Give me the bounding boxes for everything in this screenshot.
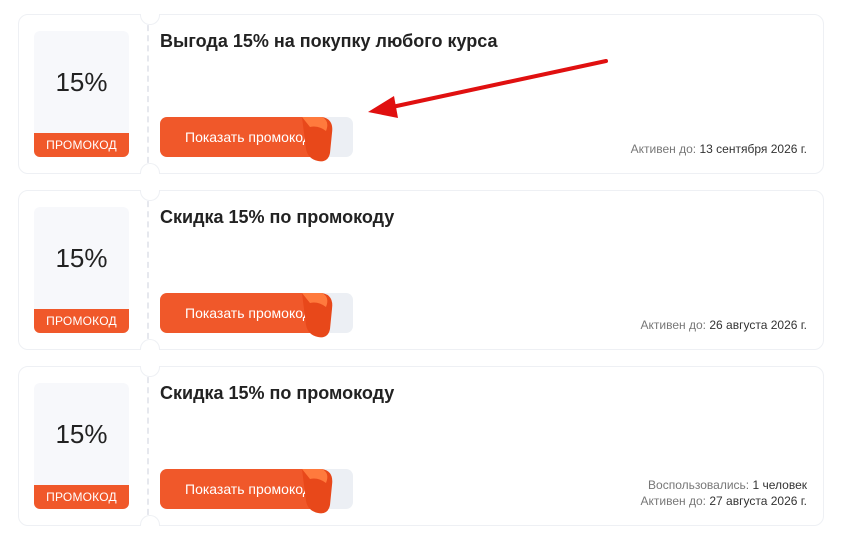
- discount-box: 15% ПРОМОКОД: [34, 207, 129, 333]
- show-promocode-button-face[interactable]: Показать промокод: [160, 469, 312, 509]
- used-count-value: 1 человек: [752, 478, 807, 492]
- show-promocode-button-label: Показать промокод: [185, 129, 311, 145]
- ticket-notch: [140, 515, 160, 526]
- show-promocode-button-label: Показать промокод: [185, 305, 311, 321]
- coupon-left-panel: 15% ПРОМОКОД: [19, 191, 149, 349]
- peel-corner-icon: [302, 293, 333, 338]
- coupon-card: 15% ПРОМОКОД Скидка 15% по промокоду Пок…: [18, 190, 824, 350]
- ticket-notch: [140, 163, 160, 174]
- promo-tag: ПРОМОКОД: [34, 309, 129, 333]
- active-until: Активен до: 27 августа 2026 г.: [641, 493, 807, 509]
- coupon-list-page: 15% ПРОМОКОД Выгода 15% на покупку любог…: [0, 0, 851, 540]
- promo-tag: ПРОМОКОД: [34, 133, 129, 157]
- coupon-meta: Воспользовались: 1 человек Активен до: 2…: [641, 477, 807, 509]
- active-until-value: 13 сентября 2026 г.: [699, 142, 808, 156]
- show-promocode-button-face[interactable]: Показать промокод: [160, 117, 312, 157]
- ticket-notch: [140, 339, 160, 350]
- show-promocode-button-label: Показать промокод: [185, 481, 311, 497]
- active-until: Активен до: 13 сентября 2026 г.: [631, 141, 807, 157]
- active-until-label: Активен до:: [630, 142, 697, 156]
- show-promocode-button[interactable]: Показать промокод: [160, 469, 353, 514]
- coupon-title: Скидка 15% по промокоду: [160, 383, 395, 403]
- active-until-value: 26 августа 2026 г.: [709, 318, 807, 332]
- coupon-meta: Активен до: 13 сентября 2026 г.: [631, 141, 807, 157]
- coupon-card: 15% ПРОМОКОД Скидка 15% по промокоду Пок…: [18, 366, 824, 526]
- show-promocode-button-face[interactable]: Показать промокод: [160, 293, 312, 333]
- active-until-value: 27 августа 2026 г.: [709, 494, 807, 508]
- coupon-meta: Активен до: 26 августа 2026 г.: [641, 317, 807, 333]
- discount-value: 15%: [55, 67, 108, 97]
- show-promocode-button[interactable]: Показать промокод: [160, 293, 353, 338]
- used-count: Воспользовались: 1 человек: [641, 477, 807, 493]
- active-until-label: Активен до:: [640, 494, 707, 508]
- coupon-left-panel: 15% ПРОМОКОД: [19, 367, 149, 525]
- coupon-title: Выгода 15% на покупку любого курса: [160, 31, 498, 51]
- used-count-label: Воспользовались:: [648, 478, 750, 492]
- active-until: Активен до: 26 августа 2026 г.: [641, 317, 807, 333]
- discount-value: 15%: [55, 419, 108, 449]
- coupon-left-panel: 15% ПРОМОКОД: [19, 15, 149, 173]
- coupon-title: Скидка 15% по промокоду: [160, 207, 395, 227]
- promo-tag: ПРОМОКОД: [34, 485, 129, 509]
- discount-box: 15% ПРОМОКОД: [34, 383, 129, 509]
- peel-corner-icon: [302, 469, 333, 514]
- peel-corner-icon: [302, 117, 333, 162]
- discount-box: 15% ПРОМОКОД: [34, 31, 129, 157]
- coupon-card: 15% ПРОМОКОД Выгода 15% на покупку любог…: [18, 14, 824, 174]
- show-promocode-button[interactable]: Показать промокод: [160, 117, 353, 162]
- discount-value: 15%: [55, 243, 108, 273]
- active-until-label: Активен до:: [640, 318, 707, 332]
